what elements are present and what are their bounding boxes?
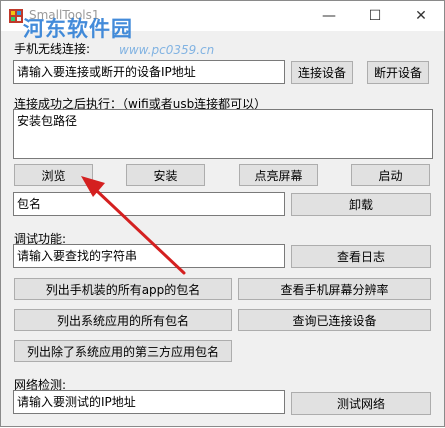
uninstall-button[interactable]: 卸载	[291, 193, 431, 216]
test-network-button[interactable]: 测试网络	[291, 392, 431, 415]
app-window: SmallTools1 — ☐ ✕ 河东软件园 www.pc0359.cn 手机…	[0, 0, 445, 427]
app-icon	[9, 9, 23, 23]
apk-path-textarea[interactable]: 安装包路径	[13, 109, 433, 159]
maximize-button[interactable]: ☐	[352, 1, 398, 31]
light-screen-button[interactable]: 点亮屏幕	[239, 164, 318, 186]
wifi-connect-label: 手机无线连接:	[14, 42, 91, 56]
connect-device-button[interactable]: 连接设备	[291, 61, 353, 84]
package-name-input[interactable]: 包名	[13, 192, 285, 216]
query-devices-button[interactable]: 查询已连接设备	[238, 309, 431, 331]
browse-button[interactable]: 浏览	[14, 164, 93, 186]
start-button[interactable]: 启动	[351, 164, 430, 186]
disconnect-device-button[interactable]: 断开设备	[367, 61, 429, 84]
list-third-party-button[interactable]: 列出除了系统应用的第三方应用包名	[14, 340, 232, 362]
watermark-url: www.pc0359.cn	[119, 43, 215, 57]
screen-resolution-button[interactable]: 查看手机屏幕分辨率	[238, 278, 431, 300]
test-ip-input[interactable]: 请输入要测试的IP地址	[13, 390, 285, 414]
close-button[interactable]: ✕	[398, 1, 444, 31]
device-ip-input[interactable]: 请输入要连接或断开的设备IP地址	[13, 60, 285, 84]
install-button[interactable]: 安装	[126, 164, 205, 186]
search-string-input[interactable]: 请输入要查找的字符串	[13, 244, 285, 268]
minimize-button[interactable]: —	[306, 1, 352, 31]
maximize-icon: ☐	[368, 8, 382, 24]
view-log-button[interactable]: 查看日志	[291, 245, 431, 268]
list-system-packages-button[interactable]: 列出系统应用的所有包名	[14, 309, 232, 331]
close-icon: ✕	[415, 8, 427, 24]
list-all-packages-button[interactable]: 列出手机装的所有app的包名	[14, 278, 232, 300]
watermark-logo: 河东软件园	[23, 17, 133, 41]
minimize-icon: —	[322, 8, 336, 24]
